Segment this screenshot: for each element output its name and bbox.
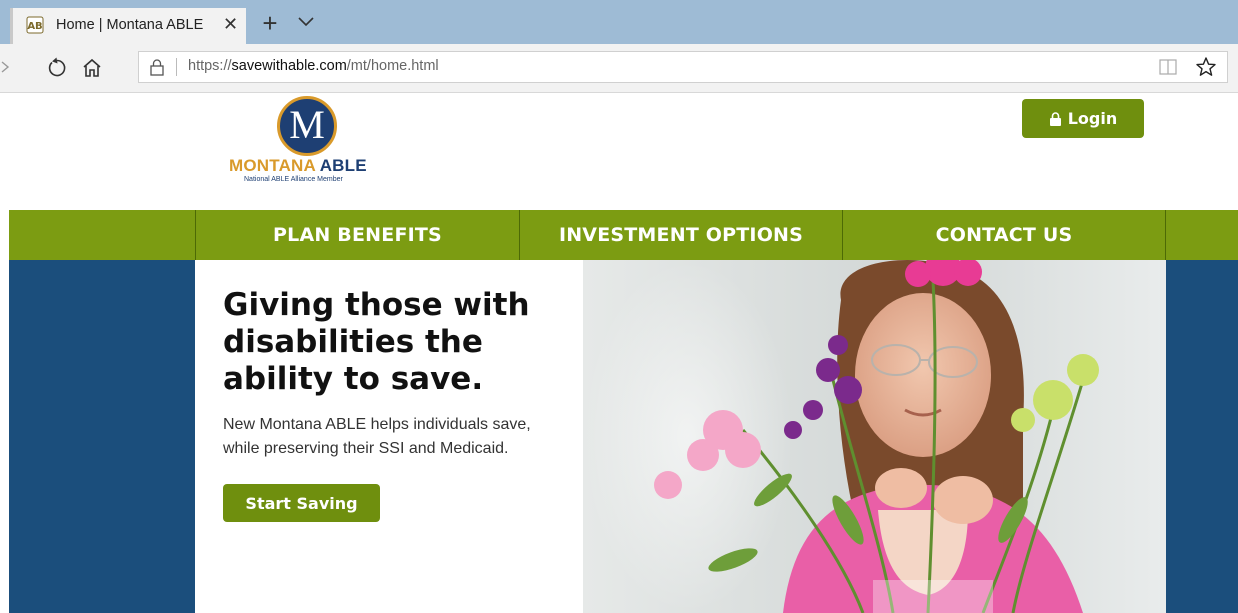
chevron-down-icon[interactable] <box>296 14 316 30</box>
url-text[interactable]: https://savewithable.com/mt/home.html <box>188 58 439 74</box>
nav-contact-us[interactable]: CONTACT US <box>843 210 1165 260</box>
url-scheme: https:// <box>188 58 232 74</box>
address-separator <box>176 58 177 76</box>
svg-text:AB: AB <box>27 21 42 32</box>
close-icon[interactable]: ✕ <box>223 14 238 34</box>
login-label: Login <box>1067 109 1118 128</box>
padlock-icon <box>1049 111 1061 126</box>
able-favicon-icon: AB <box>26 16 44 34</box>
lock-icon <box>148 58 166 76</box>
url-domain: savewithable.com <box>231 58 347 74</box>
home-icon[interactable] <box>80 56 104 80</box>
login-button[interactable]: Login <box>1022 99 1144 138</box>
logo-word-montana: MONTANA <box>229 156 316 175</box>
logo-emblem: M <box>277 96 337 156</box>
browser-tab-active[interactable]: AB Home | Montana ABLE ✕ <box>10 8 246 44</box>
url-path: /mt/home.html <box>346 58 439 74</box>
plus-icon[interactable]: + <box>258 10 282 36</box>
logo-word-able: ABLE <box>319 156 367 175</box>
logo-tagline: National ABLE Alliance Member <box>244 176 343 183</box>
nav-investment-options[interactable]: INVESTMENT OPTIONS <box>520 210 842 260</box>
main-nav: PLAN BENEFITS INVESTMENT OPTIONS CONTACT… <box>9 210 1238 260</box>
hero-heading: Giving those with disabilities the abili… <box>223 287 530 397</box>
montana-able-logo[interactable]: M MONTANA ABLE National ABLE Alliance Me… <box>229 96 389 196</box>
refresh-icon[interactable] <box>45 56 69 80</box>
address-bar[interactable]: https://savewithable.com/mt/home.html <box>138 51 1228 83</box>
tab-title: Home | Montana ABLE <box>56 17 204 33</box>
back-icon[interactable] <box>0 59 10 83</box>
star-icon[interactable] <box>1194 55 1218 79</box>
hero-description: New Montana ABLE helps individuals save,… <box>223 416 531 457</box>
nav-divider <box>1165 210 1166 260</box>
hero-right-band <box>1166 260 1238 613</box>
reading-view-icon[interactable] <box>1159 59 1177 75</box>
hero-photo <box>583 260 1166 613</box>
browser-tab-bar: AB Home | Montana ABLE ✕ + <box>0 0 1238 44</box>
hero-left-band <box>9 260 195 613</box>
browser-toolbar: https://savewithable.com/mt/home.html <box>0 44 1238 93</box>
start-saving-button[interactable]: Start Saving <box>223 484 380 522</box>
logo-wordmark: MONTANA ABLE <box>229 156 367 176</box>
nav-plan-benefits[interactable]: PLAN BENEFITS <box>196 210 519 260</box>
hero-photo-illustration <box>583 260 1166 613</box>
